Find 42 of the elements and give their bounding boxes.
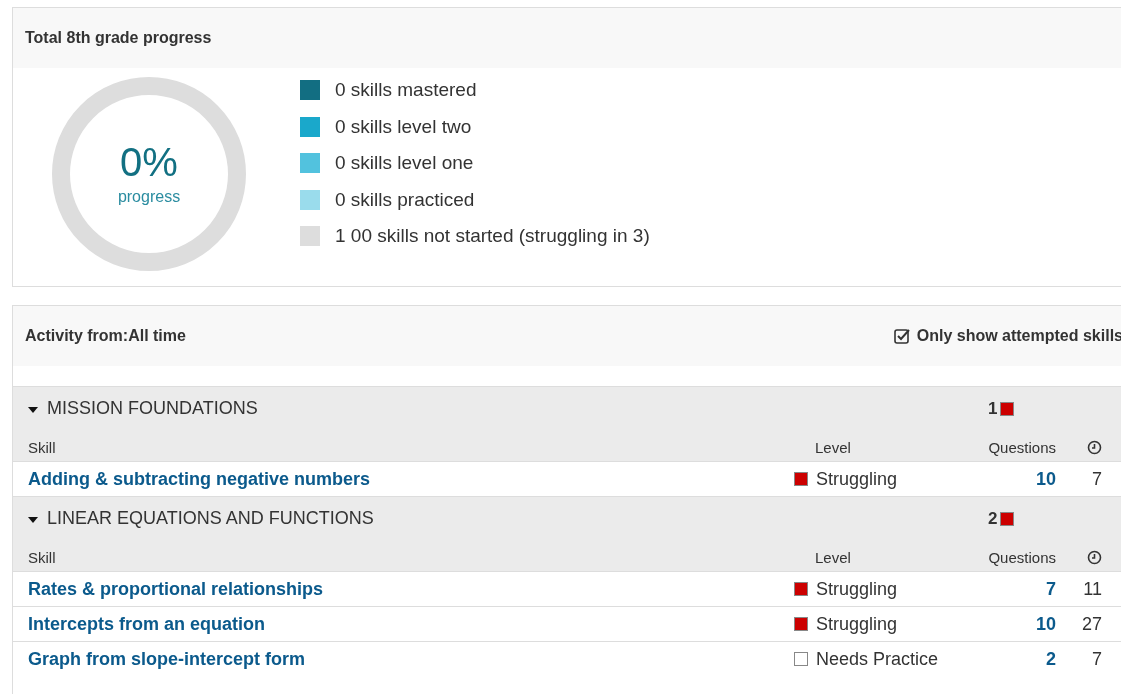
column-header: Level: [814, 548, 852, 566]
activity-filter: Activity from:All time: [25, 327, 186, 345]
column-header: Questions: [987, 438, 1056, 456]
column-header: Level: [814, 438, 852, 456]
clock-icon: [1087, 440, 1102, 455]
checked-box-icon: [893, 327, 911, 345]
struggling-marker: [1000, 401, 1015, 416]
level-label: Struggling: [816, 578, 898, 600]
questions-count[interactable]: 7: [1046, 578, 1056, 599]
level-label: Struggling: [816, 613, 898, 635]
legend-label: 1 00 skills not started (struggling in 3): [335, 225, 650, 247]
struggling-marker: [1000, 511, 1015, 526]
time-value: 11: [1083, 578, 1102, 600]
group-title: MISSION FOUNDATIONS: [47, 398, 258, 419]
struggling-count: 2: [988, 508, 998, 529]
collapse-caret-icon[interactable]: [27, 406, 39, 414]
questions-count[interactable]: 10: [1035, 468, 1056, 489]
skill-link[interactable]: Intercepts from an equation: [28, 613, 266, 634]
struggling-count: 1: [988, 398, 998, 419]
group-title: LINEAR EQUATIONS AND FUNCTIONS: [47, 508, 374, 529]
time-value: 7: [1092, 468, 1102, 490]
level-label: Needs Practice: [816, 648, 939, 670]
legend-label: 0 skills level two: [335, 115, 472, 138]
legend-label: 0 skills level one: [335, 152, 474, 174]
column-header: Skill: [27, 548, 57, 566]
skill-link[interactable]: Rates & proportional relationships: [28, 578, 324, 599]
legend-label: 0 skills practiced: [335, 188, 475, 211]
time-value: 27: [1081, 613, 1102, 635]
skill-link[interactable]: Adding & subtracting negative numbers: [28, 468, 371, 489]
column-header: Questions: [987, 548, 1056, 566]
panel-title: Total 8th grade progress: [25, 29, 212, 47]
skill-link[interactable]: Graph from slope-intercept form: [28, 648, 306, 669]
legend-label: 0 skills mastered: [335, 79, 477, 101]
level-label: Struggling: [816, 468, 898, 490]
questions-count[interactable]: 2: [1046, 648, 1056, 669]
collapse-caret-icon[interactable]: [27, 516, 39, 524]
progress-percent: 0%: [120, 142, 178, 182]
clock-icon: [1087, 550, 1102, 565]
questions-count[interactable]: 10: [1035, 613, 1056, 634]
time-value: 7: [1092, 648, 1102, 670]
progress-caption: progress: [117, 188, 181, 206]
column-header: Skill: [27, 438, 57, 456]
